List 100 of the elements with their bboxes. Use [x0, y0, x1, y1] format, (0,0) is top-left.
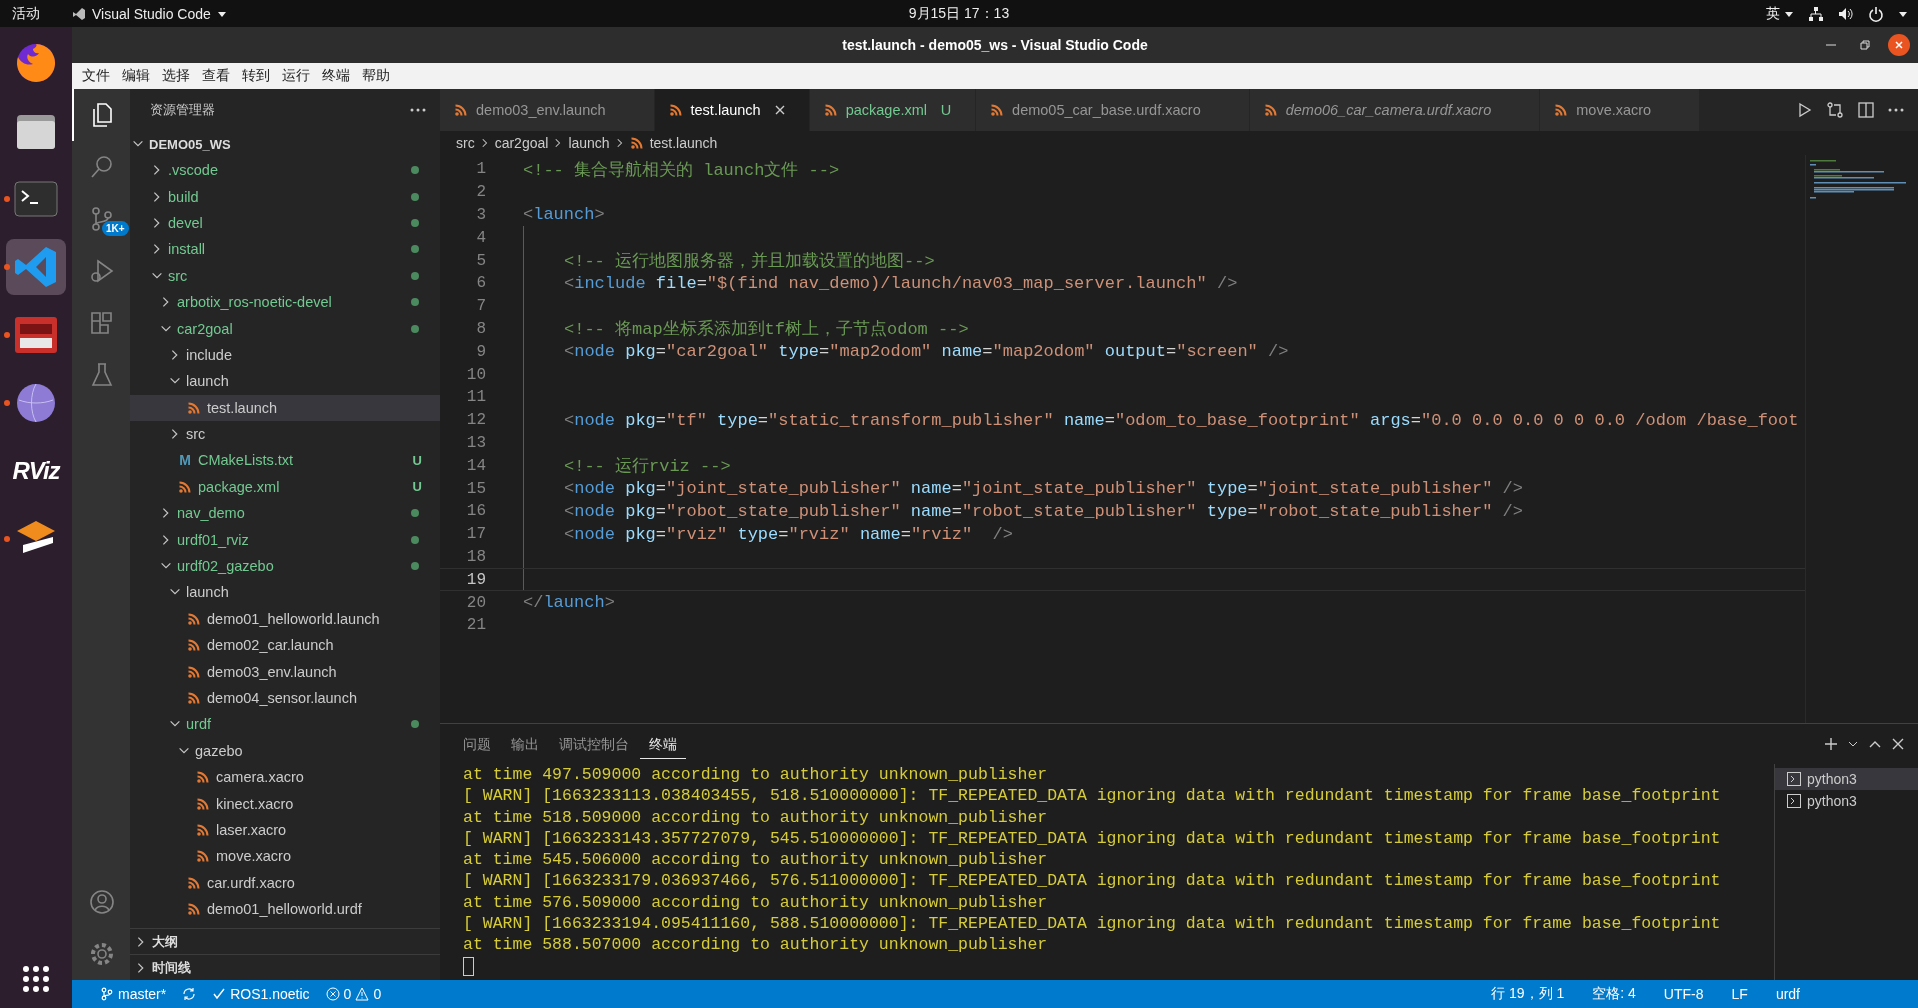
file-item[interactable]: kinect.xacro — [130, 790, 440, 817]
feed-icon — [187, 875, 201, 890]
more-icon[interactable] — [1888, 108, 1904, 112]
editor-tab[interactable]: move.xacro — [1540, 89, 1701, 131]
folder-item[interactable]: launch — [130, 579, 440, 606]
terminal-icon[interactable] — [14, 181, 58, 217]
plus-icon[interactable] — [1824, 737, 1838, 751]
menu-item[interactable]: 终端 — [316, 63, 356, 89]
folder-item[interactable]: src — [130, 262, 440, 289]
settings-icon[interactable] — [88, 940, 116, 968]
workspace-header[interactable]: DEMO05_WS — [130, 131, 440, 157]
editor-tab[interactable]: demo03_env.launch — [440, 89, 655, 131]
ros-status[interactable]: ROS1.noetic — [204, 980, 318, 1008]
folder-item[interactable]: arbotix_ros-noetic-devel — [130, 288, 440, 316]
file-item[interactable]: package.xml U — [130, 473, 440, 501]
file-item[interactable]: demo04_sensor.launch — [130, 684, 440, 712]
close-icon[interactable] — [773, 104, 786, 116]
file-item[interactable]: move.xacro — [130, 843, 440, 870]
app-menu[interactable]: Visual Studio Code — [72, 5, 227, 22]
status-item[interactable]: 行 19，列 1 — [1483, 980, 1573, 1008]
panel-tab[interactable]: 终端 — [640, 729, 686, 759]
status-item[interactable]: urdf — [1767, 980, 1808, 1008]
tab-label: test.launch — [690, 102, 761, 118]
input-method-menu[interactable]: 英 — [1766, 4, 1794, 23]
status-item[interactable]: 空格: 4 — [1584, 980, 1644, 1008]
file-item[interactable]: demo01_helloworld.urdf — [130, 895, 440, 923]
file-item[interactable]: laser.xacro — [130, 816, 440, 844]
account-icon[interactable] — [88, 888, 116, 916]
folder-item[interactable]: .vscode — [130, 157, 440, 184]
folder-item[interactable]: devel — [130, 209, 440, 237]
ribbon-icon[interactable] — [14, 245, 58, 289]
dock-item[interactable]: RViz — [6, 443, 66, 499]
browser-icon[interactable] — [14, 41, 58, 85]
line-number: 9 — [475, 342, 487, 361]
folder-item[interactable]: urdf01_rviz — [130, 526, 440, 553]
folder-item[interactable]: gazebo — [130, 737, 440, 764]
status-item[interactable]: LF — [1723, 980, 1756, 1008]
code-line: <include file="$(find nav_demo)/launch/nav03_map_server.launch" /> — [564, 272, 1238, 295]
activities-button[interactable]: 活动 — [0, 4, 52, 23]
folder-item[interactable]: install — [130, 236, 440, 263]
clock[interactable]: 9月15日 17：13 — [908, 4, 1010, 23]
split-editor-icon[interactable] — [1858, 102, 1874, 118]
folder-item[interactable]: car2goal — [130, 315, 440, 342]
folder-item[interactable]: build — [130, 183, 440, 210]
menu-item[interactable]: 帮助 — [356, 63, 396, 89]
menu-item[interactable]: 编辑 — [116, 63, 156, 89]
section-header[interactable]: 大纲 — [130, 928, 440, 954]
menu-item[interactable]: 转到 — [236, 63, 276, 89]
folder-item[interactable]: src — [130, 420, 440, 448]
menu-item[interactable]: 文件 — [76, 63, 116, 89]
status-dot — [411, 298, 419, 307]
chevron-down-icon[interactable] — [1848, 739, 1858, 749]
problems-status[interactable]: 0 0 — [317, 980, 390, 1008]
terminal-item[interactable]: python3 — [1775, 768, 1918, 790]
breadcrumb-item[interactable]: car2goal — [494, 135, 549, 151]
sphere-icon[interactable] — [15, 382, 57, 424]
panel-tab[interactable]: 输出 — [502, 729, 548, 759]
editor-tab[interactable]: package.xml U — [809, 89, 977, 131]
restore-icon — [1860, 40, 1870, 50]
panel-tab[interactable]: 调试控制台 — [550, 729, 638, 759]
close-icon[interactable] — [1892, 738, 1904, 750]
editor-tab[interactable]: demo06_car_camera.urdf.xacro — [1249, 89, 1541, 131]
file-item[interactable]: demo01_helloworld.launch — [130, 605, 440, 633]
run-icon[interactable] — [1796, 102, 1812, 118]
close-button[interactable] — [1888, 34, 1910, 56]
network-icon[interactable] — [1808, 5, 1824, 22]
sidebar-title: 资源管理器 — [150, 101, 215, 119]
more-icon[interactable] — [410, 108, 426, 112]
app-grid-icon[interactable] — [21, 964, 51, 994]
menu-item[interactable]: 选择 — [156, 63, 196, 89]
run-debug-icon[interactable] — [88, 257, 116, 285]
breadcrumb-item[interactable]: src — [456, 135, 475, 151]
power-icon[interactable] — [1868, 5, 1884, 22]
file-item[interactable]: test.launch — [130, 394, 440, 421]
breadcrumb-item[interactable]: launch — [568, 135, 610, 151]
code-line: <launch> — [523, 204, 605, 227]
file-item[interactable]: demo02_car.launch — [130, 632, 440, 659]
window-icon[interactable] — [14, 316, 58, 354]
editor-tab[interactable]: test.launch — [654, 89, 810, 131]
file-item[interactable]: camera.xacro — [130, 764, 440, 791]
panel-tab[interactable]: 问题 — [454, 729, 500, 759]
file-item[interactable]: M CMakeLists.txt U — [130, 447, 440, 474]
folder-item[interactable]: launch — [130, 368, 440, 395]
folder-item[interactable]: urdf02_gazebo — [130, 552, 440, 580]
file-item[interactable]: demo03_env.launch — [130, 658, 440, 685]
folder-item[interactable]: nav_demo — [130, 500, 440, 527]
close-icon — [1894, 40, 1904, 50]
compare-icon[interactable] — [1826, 101, 1844, 119]
branch-status[interactable]: master* — [92, 980, 175, 1008]
folder-item[interactable]: include — [130, 341, 440, 369]
editor-tab[interactable]: demo05_car_base.urdf.xacro — [976, 89, 1250, 131]
status-item[interactable]: UTF-8 — [1655, 980, 1712, 1008]
code-line: <node pkg="car2goal" type="map2odom" name="map2odom" output="screen" /> — [564, 341, 1289, 364]
breadcrumb-item[interactable]: test.launch — [629, 135, 718, 151]
menu-item[interactable]: 查看 — [196, 63, 236, 89]
file-item[interactable]: car.urdf.xacro — [130, 869, 440, 896]
feed-icon — [187, 638, 201, 653]
folder-item[interactable]: urdf — [130, 711, 440, 738]
menu-item[interactable]: 运行 — [276, 63, 316, 89]
terminal-item[interactable]: python3 — [1775, 790, 1918, 812]
